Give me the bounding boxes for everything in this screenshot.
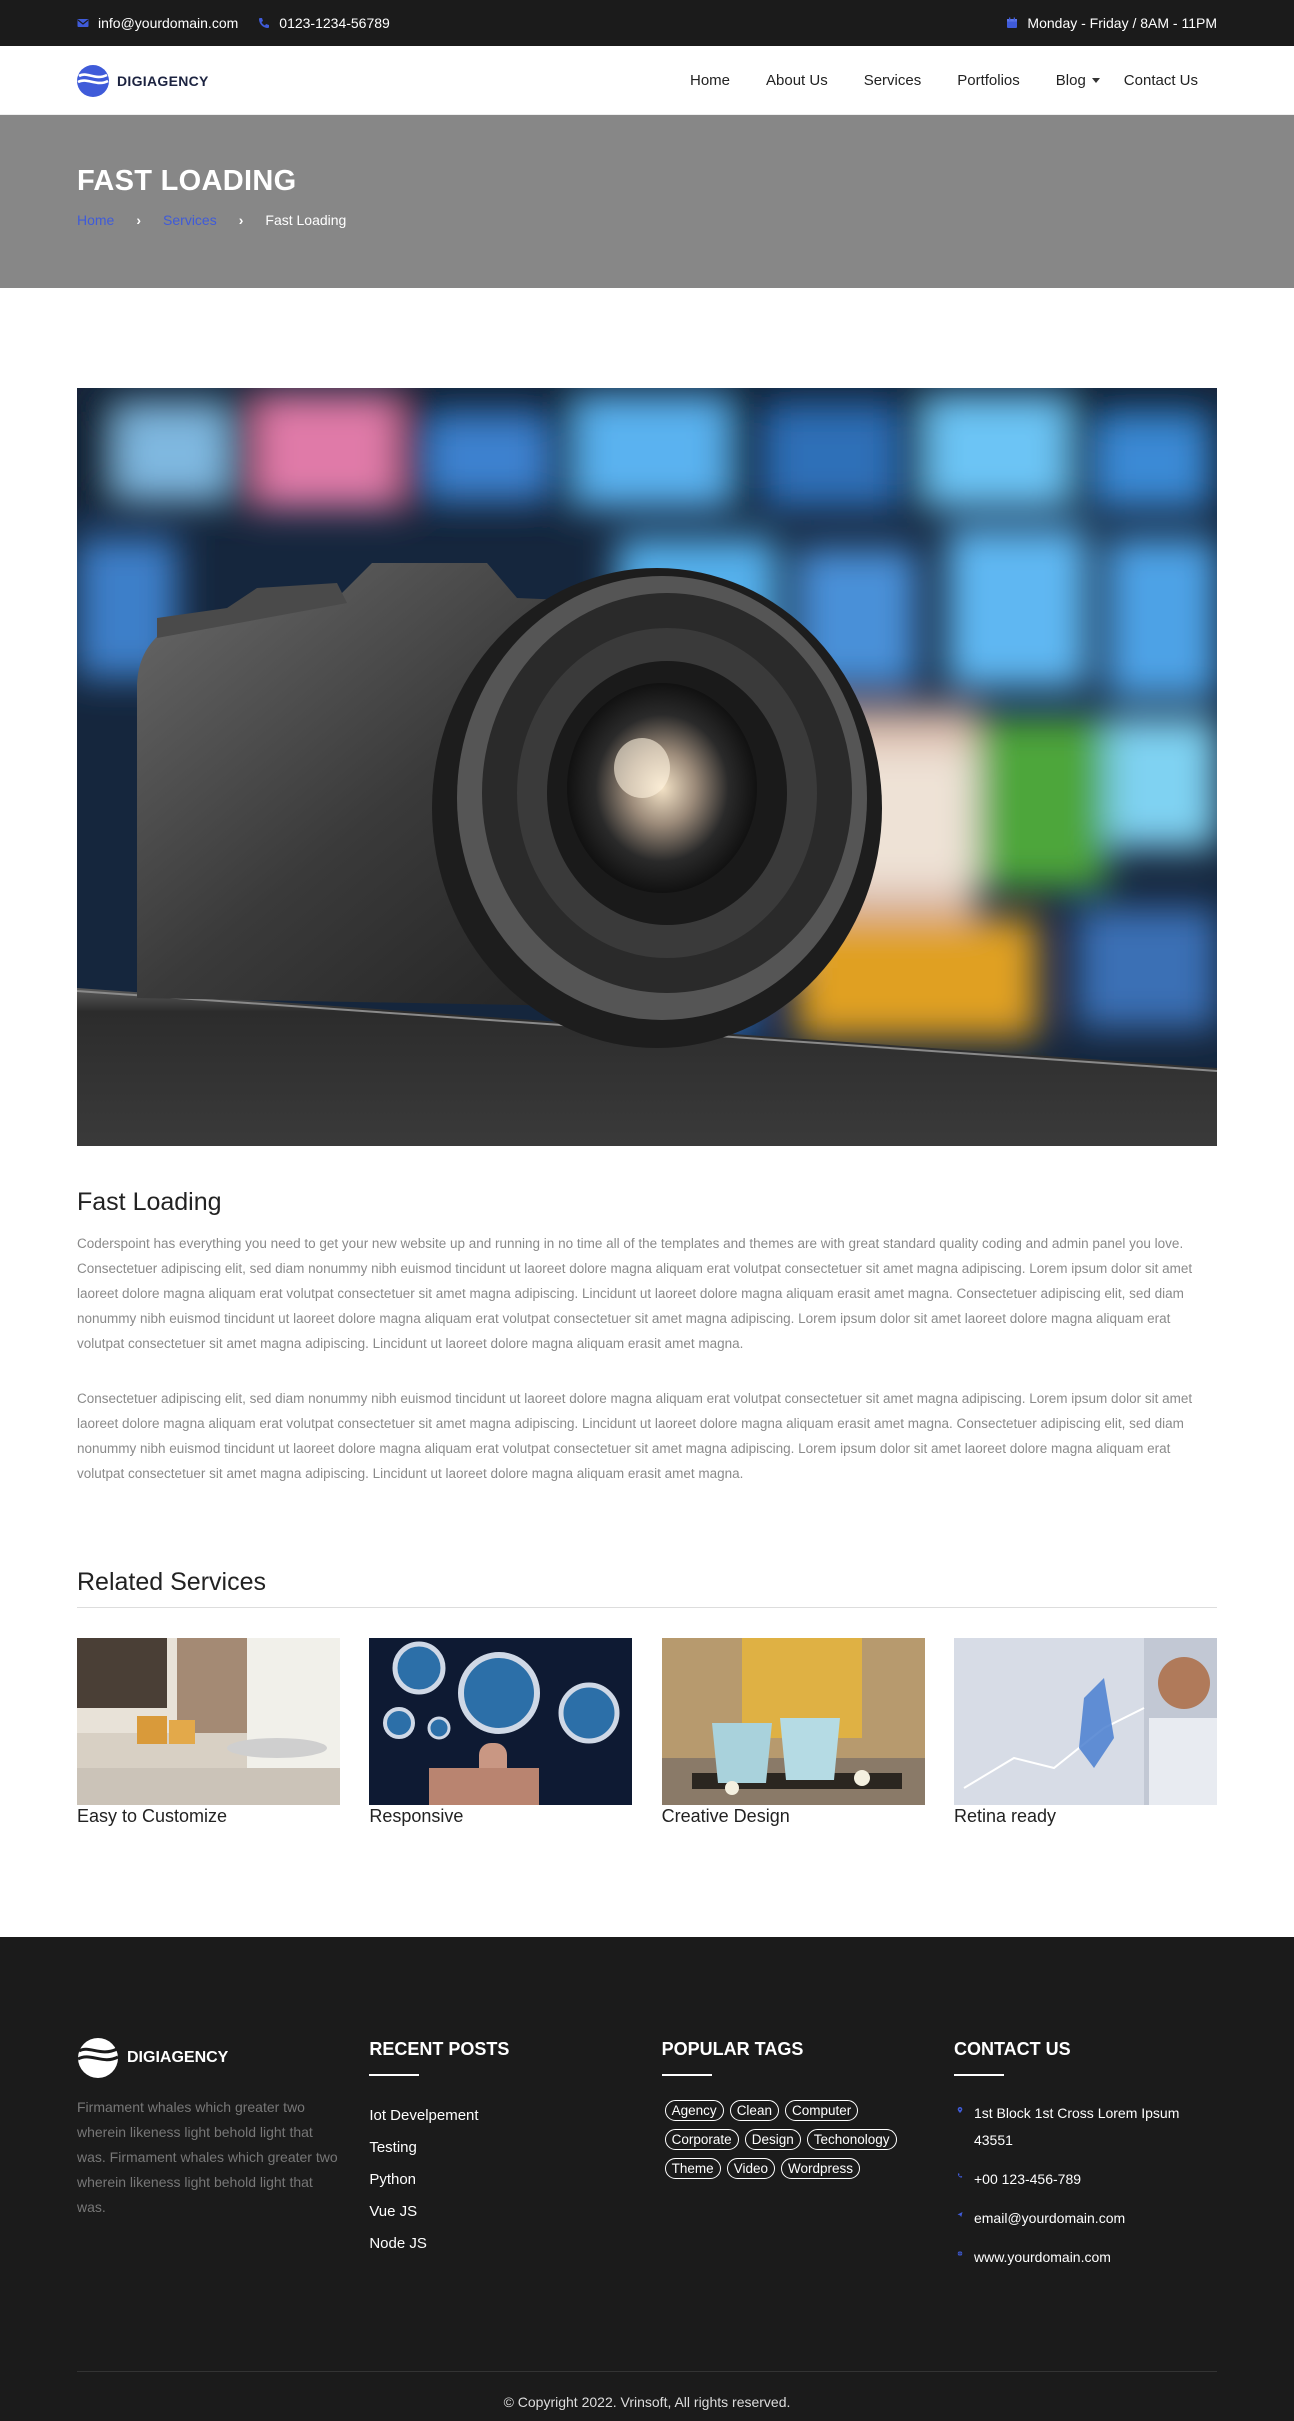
topbar-hours-text: Monday - Friday / 8AM - 11PM bbox=[1027, 15, 1217, 31]
main-content: Fast Loading Coderspoint has everything … bbox=[77, 388, 1217, 1827]
paper-plane-icon bbox=[957, 2212, 963, 2217]
topbar-phone[interactable]: 0123-1234-56789 bbox=[258, 15, 390, 31]
breadcrumb-current: Fast Loading bbox=[265, 212, 347, 228]
main-nav: Home About Us Services Portfolios Blog C… bbox=[672, 72, 1216, 89]
site-header: DIGIAGENCY Home About Us Services Portfo… bbox=[0, 46, 1294, 115]
contact-website-text: www.yourdomain.com bbox=[973, 2249, 1111, 2265]
related-label: Easy to Customize bbox=[77, 1806, 228, 1826]
page-banner: FAST LOADING Home › Services › Fast Load… bbox=[0, 115, 1294, 288]
contact-address-text: 1st Block 1st Cross Lorem Ipsum 43551 bbox=[973, 2105, 1180, 2148]
logo-icon bbox=[77, 2038, 119, 2078]
tag-link[interactable]: Agency bbox=[664, 2100, 724, 2121]
footer-contact-heading: CONTACT US bbox=[953, 2039, 1071, 2059]
chevron-right-icon: › bbox=[238, 212, 244, 228]
related-image-living-room bbox=[77, 1638, 340, 1805]
footer-tags-col: POPULAR TAGS Agency Clean Computer Corpo… bbox=[661, 2037, 925, 2283]
globe-icon bbox=[957, 2251, 963, 2256]
nav-blog[interactable]: Blog bbox=[1038, 72, 1106, 89]
heading-underline bbox=[369, 2074, 420, 2076]
topbar-phone-text: 0123-1234-56789 bbox=[279, 15, 390, 31]
contact-website[interactable]: www.yourdomain.com bbox=[954, 2244, 1217, 2271]
topbar-hours: Monday - Friday / 8AM - 11PM bbox=[1006, 15, 1217, 31]
related-services-title: Related Services bbox=[77, 1568, 1217, 1608]
footer-copyright: © Copyright 2022. Vrinsoft, All rights r… bbox=[77, 2371, 1217, 2410]
breadcrumb: Home › Services › Fast Loading bbox=[77, 212, 1217, 228]
envelope-icon bbox=[77, 19, 89, 27]
related-label: Responsive bbox=[369, 1806, 464, 1826]
heading-underline bbox=[661, 2074, 712, 2076]
content-paragraph-1: Coderspoint has everything you need to g… bbox=[77, 1236, 1193, 1351]
footer-logo[interactable]: DIGIAGENCY bbox=[77, 2037, 340, 2079]
footer-contact-col: CONTACT US 1st Block 1st Cross Lorem Ips… bbox=[953, 2037, 1217, 2283]
related-label: Retina ready bbox=[953, 1806, 1057, 1826]
related-card-easy-customize[interactable]: Easy to Customize bbox=[77, 1638, 340, 1827]
tag-link[interactable]: Video bbox=[726, 2158, 775, 2179]
phone-icon bbox=[259, 18, 270, 28]
tags-list: Agency Clean Computer Corporate Design T… bbox=[664, 2100, 925, 2179]
footer-logo-text: DIGIAGENCY bbox=[127, 2049, 229, 2066]
nav-blog-label: Blog bbox=[1055, 72, 1086, 89]
logo-text: DIGIAGENCY bbox=[117, 72, 209, 89]
tag-link[interactable]: Clean bbox=[729, 2100, 779, 2121]
site-footer: DIGIAGENCY Firmament whales which greate… bbox=[0, 1937, 1294, 2421]
tag-link[interactable]: Techonology bbox=[806, 2129, 897, 2150]
recent-post-link[interactable]: Python bbox=[369, 2164, 632, 2196]
related-label: Creative Design bbox=[661, 1806, 790, 1826]
nav-home[interactable]: Home bbox=[672, 72, 748, 89]
breadcrumb-services-link[interactable]: Services bbox=[163, 212, 217, 228]
recent-post-link[interactable]: Node JS bbox=[369, 2228, 632, 2260]
page-title: FAST LOADING bbox=[77, 165, 297, 197]
recent-post-link[interactable]: Vue JS bbox=[369, 2196, 632, 2228]
tag-link[interactable]: Wordpress bbox=[780, 2158, 861, 2179]
related-card-creative-design[interactable]: Creative Design bbox=[661, 1638, 925, 1827]
contact-email[interactable]: email@yourdomain.com bbox=[954, 2205, 1217, 2232]
heading-underline bbox=[953, 2074, 1004, 2076]
nav-contact[interactable]: Contact Us bbox=[1106, 72, 1216, 89]
map-pin-icon bbox=[957, 2107, 963, 2113]
contact-email-text: email@yourdomain.com bbox=[973, 2210, 1126, 2226]
footer-recent-posts-col: RECENT POSTS Iot Develpement Testing Pyt… bbox=[369, 2037, 632, 2283]
tag-link[interactable]: Design bbox=[744, 2129, 801, 2150]
tag-link[interactable]: Theme bbox=[664, 2158, 721, 2179]
tag-link[interactable]: Computer bbox=[784, 2100, 859, 2121]
related-card-responsive[interactable]: Responsive bbox=[369, 1638, 633, 1827]
related-image-innovation-gears bbox=[369, 1638, 633, 1805]
site-logo[interactable]: DIGIAGENCY bbox=[77, 64, 209, 97]
topbar-email-text: info@yourdomain.com bbox=[98, 15, 239, 31]
nav-about[interactable]: About Us bbox=[748, 72, 846, 89]
related-image-tech-hand bbox=[953, 1638, 1217, 1805]
contact-phone-text: +00 123-456-789 bbox=[973, 2171, 1082, 2187]
breadcrumb-home-link[interactable]: Home bbox=[77, 212, 114, 228]
top-bar: info@yourdomain.com 0123-1234-56789 Mond… bbox=[0, 0, 1294, 46]
tag-link[interactable]: Corporate bbox=[664, 2129, 739, 2150]
footer-about-col: DIGIAGENCY Firmament whales which greate… bbox=[77, 2037, 340, 2283]
content-title: Fast Loading bbox=[77, 1188, 222, 1216]
recent-posts-list: Iot Develpement Testing Python Vue JS No… bbox=[369, 2100, 632, 2260]
content-paragraph-2: Consectetuer adipiscing elit, sed diam n… bbox=[77, 1391, 1193, 1481]
topbar-email[interactable]: info@yourdomain.com bbox=[77, 15, 238, 31]
phone-icon bbox=[957, 2173, 963, 2178]
related-services-grid: Easy to Customize Responsive Creative De… bbox=[77, 1638, 1217, 1827]
chevron-right-icon: › bbox=[136, 212, 142, 228]
footer-tags-heading: POPULAR TAGS bbox=[661, 2039, 804, 2059]
service-hero-image bbox=[77, 388, 1217, 1146]
recent-post-link[interactable]: Iot Develpement bbox=[369, 2100, 632, 2132]
nav-portfolios[interactable]: Portfolios bbox=[939, 72, 1038, 89]
recent-post-link[interactable]: Testing bbox=[369, 2132, 632, 2164]
calendar-icon bbox=[1007, 17, 1018, 28]
nav-services[interactable]: Services bbox=[846, 72, 940, 89]
related-card-retina-ready[interactable]: Retina ready bbox=[953, 1638, 1217, 1827]
related-image-coffee-cups bbox=[661, 1638, 925, 1805]
logo-icon bbox=[77, 64, 109, 97]
contact-address: 1st Block 1st Cross Lorem Ipsum 43551 bbox=[954, 2100, 1217, 2154]
footer-recent-posts-heading: RECENT POSTS bbox=[369, 2039, 510, 2059]
caret-down-icon bbox=[1091, 77, 1100, 83]
footer-about-text: Firmament whales which greater two where… bbox=[77, 2099, 338, 2215]
contact-phone[interactable]: +00 123-456-789 bbox=[954, 2166, 1217, 2193]
